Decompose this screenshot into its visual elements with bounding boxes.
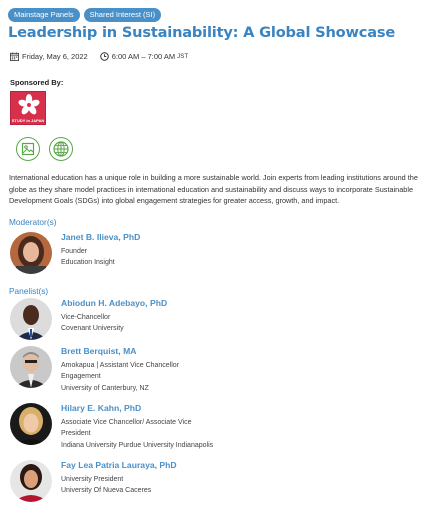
panelist-line: President	[61, 430, 91, 438]
avatar[interactable]	[10, 403, 52, 445]
sponsor-logo-text: STUDY in JAPAN	[11, 118, 45, 123]
panelist-line: Amokapua | Assistant Vice Chancellor	[61, 362, 180, 369]
panelist-line: University President	[61, 476, 124, 483]
session-description: International education has a unique rol…	[9, 173, 418, 206]
avatar[interactable]	[10, 232, 52, 274]
tag-list: Mainstage Panels Shared Interest (SI)	[8, 8, 162, 22]
image-link-icon[interactable]	[16, 137, 40, 161]
clock-icon	[99, 52, 109, 61]
panelist-name[interactable]: Abiodun H. Adebayo, PhD	[61, 298, 167, 309]
panelist-item: Abiodun H. Adebayo, PhD Vice-Chancellor …	[10, 298, 430, 342]
panelist-item: Fay Lea Patria Lauraya, PhD University P…	[10, 460, 430, 504]
panelist-line: Indiana University Purdue University Ind…	[61, 441, 214, 449]
calendar-icon	[10, 52, 19, 61]
panelist-line: University Of Nueva Caceres	[61, 487, 152, 495]
session-timezone: JST	[177, 53, 189, 60]
moderator-heading: Moderator(s)	[9, 217, 57, 227]
moderator-item: Janet B. Ilieva, PhD Founder Education I…	[10, 232, 430, 276]
panelist-name[interactable]: Hilary E. Kahn, PhD	[61, 403, 213, 414]
globe-icon[interactable]	[49, 137, 73, 161]
panelist-line: Engagement	[61, 373, 101, 381]
moderator-role: Founder	[61, 248, 88, 255]
avatar[interactable]	[10, 346, 52, 388]
panelist-line: University of Canterbury, NZ	[61, 384, 149, 392]
moderator-name[interactable]: Janet B. Ilieva, PhD	[61, 232, 140, 243]
session-meta: Friday, May 6, 2022 6:00 AM – 7:00 AM JS…	[10, 52, 188, 61]
session-time: 6:00 AM – 7:00 AM	[111, 52, 176, 61]
panelist-line: Vice-Chancellor	[61, 314, 111, 321]
avatar[interactable]	[10, 298, 52, 340]
panelist-line: Associate Vice Chancellor/ Associate Vic…	[61, 419, 192, 426]
panelist-item: Hilary E. Kahn, PhD Associate Vice Chanc…	[10, 403, 430, 449]
panelist-name[interactable]: Brett Berquist, MA	[61, 346, 179, 357]
sponsored-by-heading: Sponsored By:	[10, 78, 64, 87]
session-date: Friday, May 6, 2022	[22, 52, 88, 61]
panelist-line: Covenant University	[61, 325, 124, 333]
sakura-icon	[18, 94, 40, 115]
tag-mainstage-panels[interactable]: Mainstage Panels	[8, 8, 80, 22]
session-title: Leadership in Sustainability: A Global S…	[8, 24, 396, 41]
panelist-heading: Panelist(s)	[9, 286, 49, 296]
moderator-organization: Education Insight	[61, 259, 115, 267]
panelist-item: Brett Berquist, MA Amokapua | Assistant …	[10, 346, 430, 392]
sponsor-logo[interactable]: STUDY in JAPAN	[10, 91, 46, 125]
panelist-name[interactable]: Fay Lea Patria Lauraya, PhD	[61, 460, 177, 471]
avatar[interactable]	[10, 460, 52, 502]
tag-shared-interest[interactable]: Shared Interest (SI)	[83, 8, 162, 22]
